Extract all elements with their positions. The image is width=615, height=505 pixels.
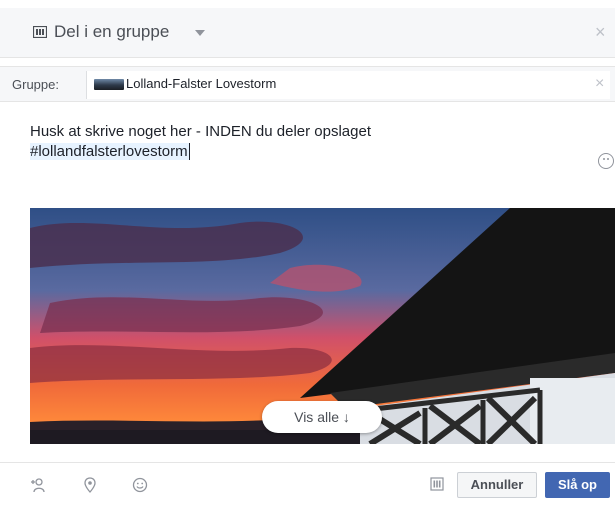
share-mode-dropdown[interactable]: Del i en gruppe [54,22,169,42]
dialog-footer: Annuller Slå op [0,462,615,505]
remove-group-icon[interactable]: × [595,75,604,93]
location-pin-icon[interactable] [82,477,98,493]
hashtag-text: #lollandfalsterlovestorm [30,143,190,160]
group-label: Gruppe: [12,77,59,92]
group-token-field[interactable]: Lolland-Falster Lovestorm × [86,71,610,99]
share-group-icon [33,26,47,38]
group-selector-row: Gruppe: Lolland-Falster Lovestorm × [0,66,615,102]
emoji-picker-icon[interactable] [598,153,614,169]
image-preview: Vis alle ↓ [30,208,615,444]
tag-people-icon[interactable] [30,477,46,493]
post-button[interactable]: Slå op [545,472,610,498]
share-dialog: Del i en gruppe × Gruppe: Lolland-Falste… [0,0,615,505]
group-name: Lolland-Falster Lovestorm [126,76,277,91]
group-thumbnail [94,79,124,90]
smiley-icon[interactable] [132,477,148,493]
dialog-header: Del i en gruppe × [0,8,615,58]
close-icon[interactable]: × [595,22,606,43]
post-text-input[interactable]: Husk at skrive noget her - INDEN du dele… [30,122,590,162]
show-all-button[interactable]: Vis alle ↓ [262,401,382,433]
cancel-button[interactable]: Annuller [457,472,537,498]
post-text-line: Husk at skrive noget her - INDEN du dele… [30,123,371,140]
audience-icon[interactable] [430,477,444,491]
chevron-down-icon[interactable] [195,30,205,36]
